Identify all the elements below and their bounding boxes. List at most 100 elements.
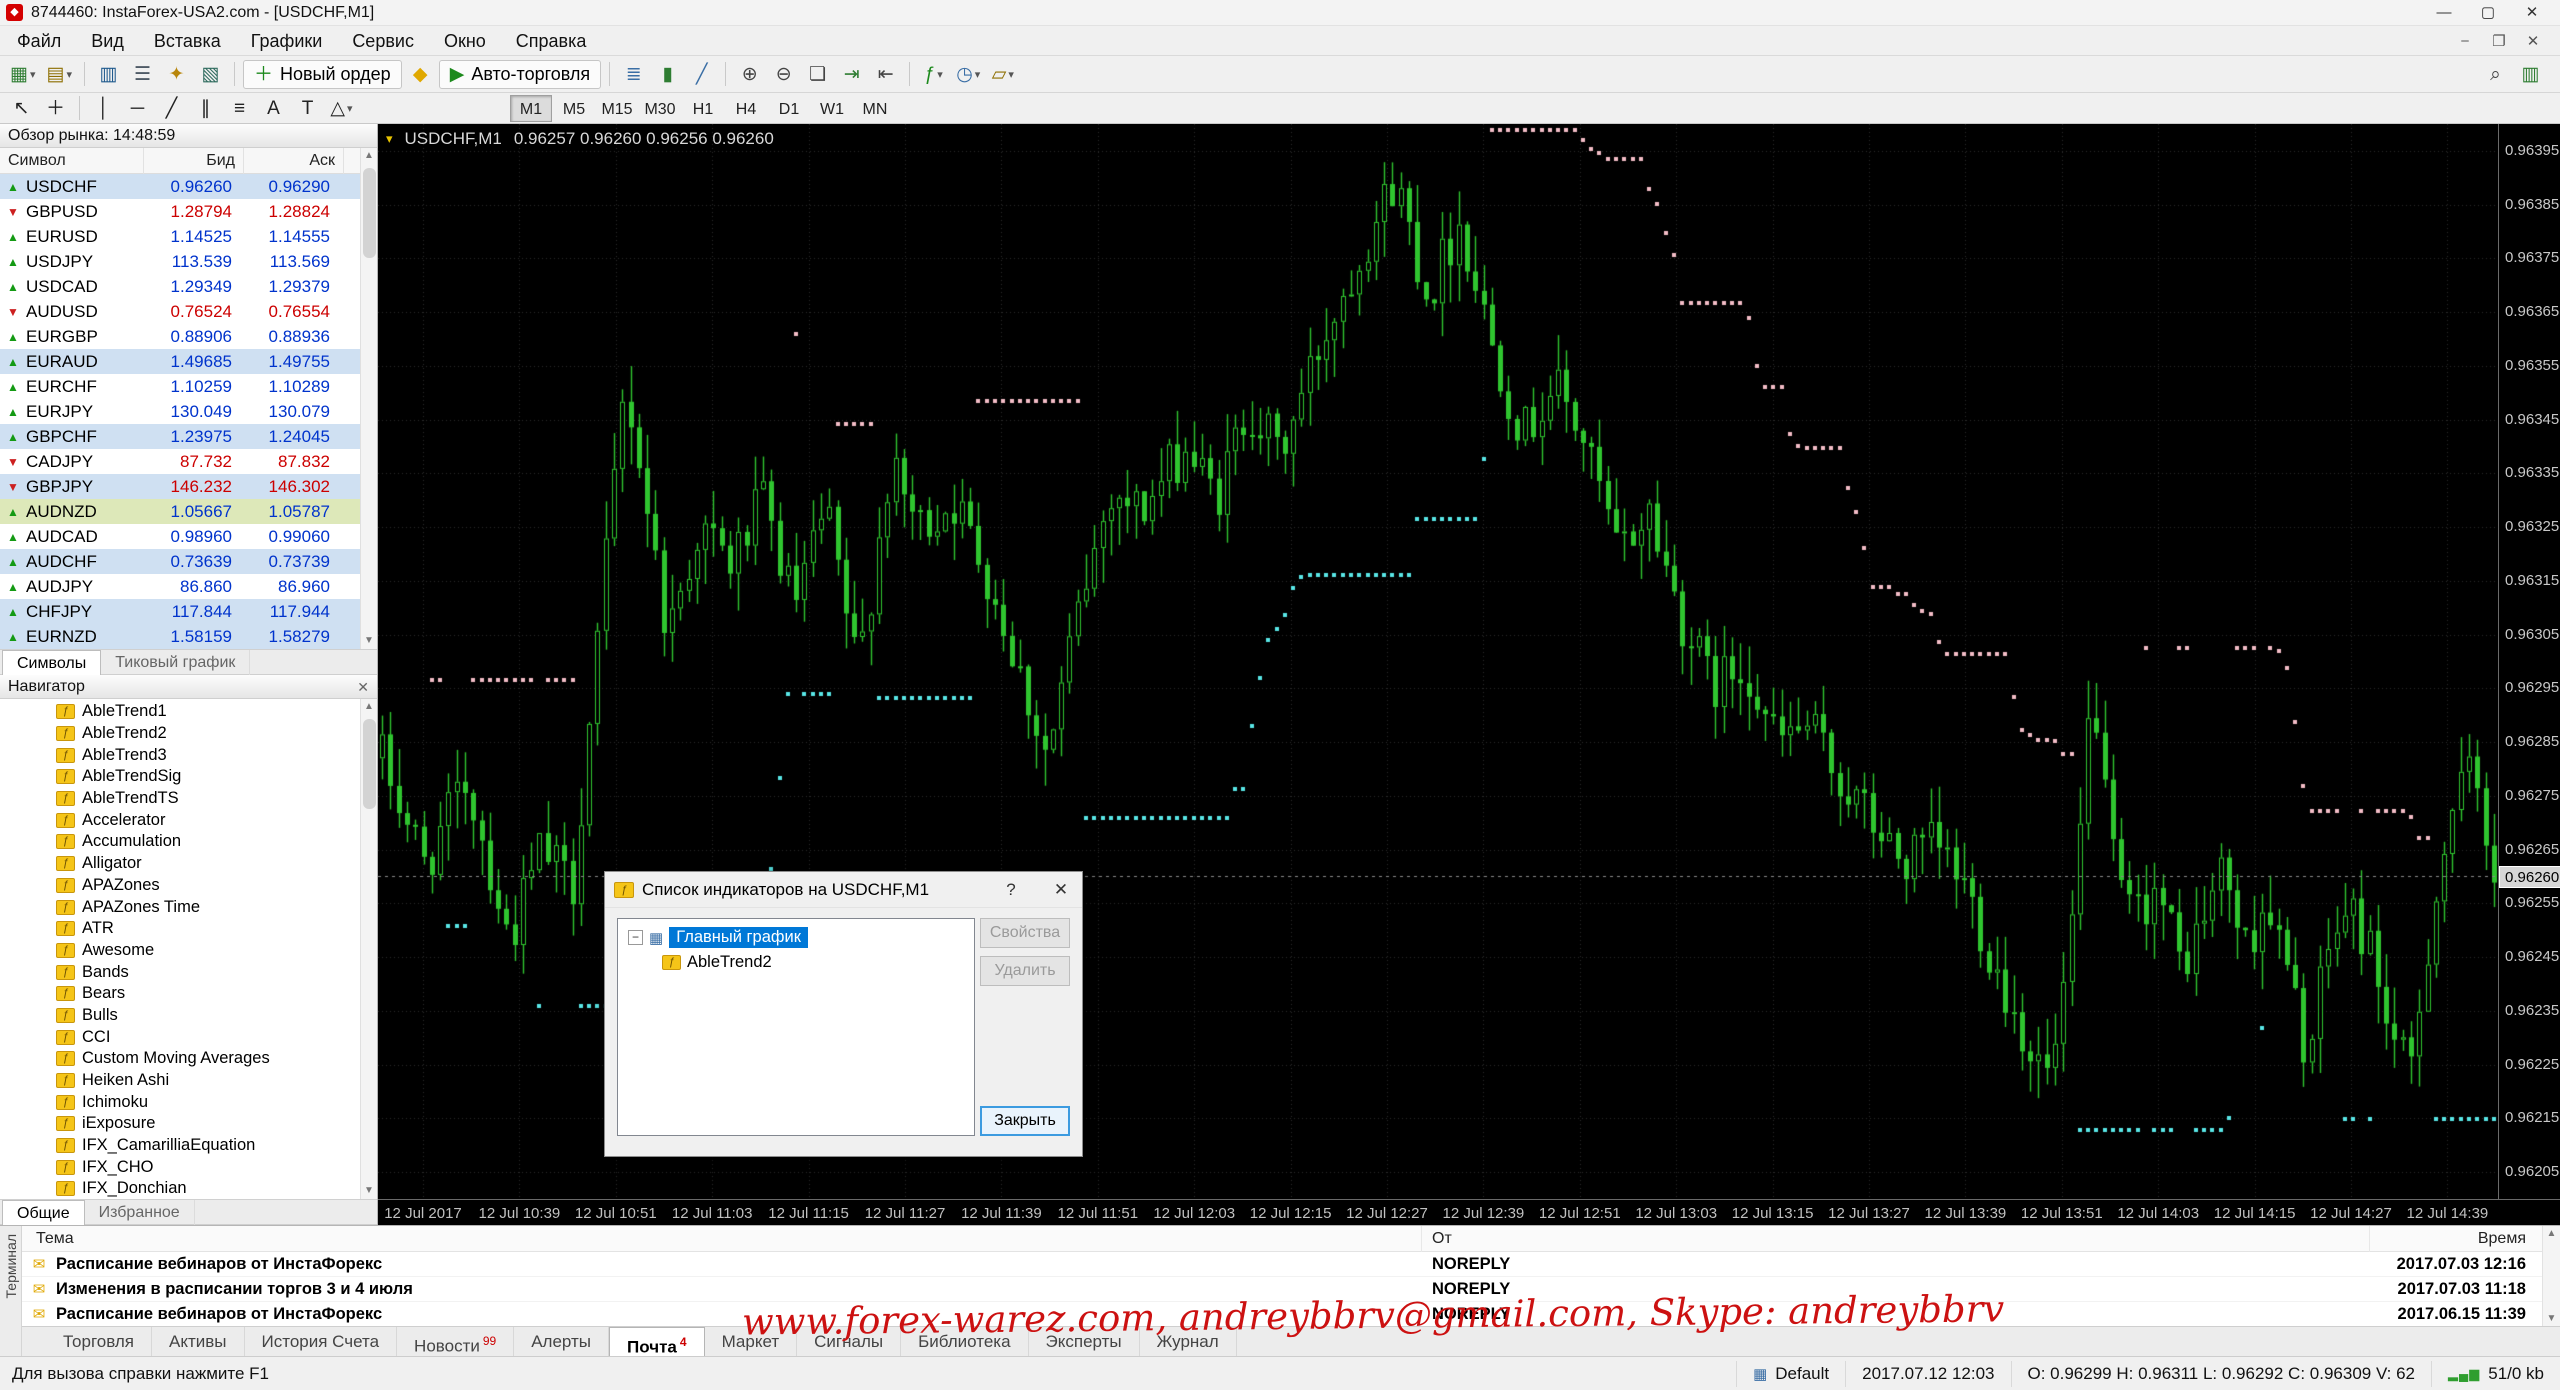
column-bid[interactable]: Бид bbox=[144, 148, 244, 174]
label-icon[interactable]: T bbox=[292, 94, 323, 123]
terminal-side-tab[interactable]: Терминал bbox=[0, 1226, 22, 1356]
navigator-item-1[interactable]: ƒAbleTrend1 bbox=[0, 701, 377, 723]
timeframe-m15[interactable]: M15 bbox=[596, 95, 638, 122]
market-watch-tab-1[interactable]: Символы bbox=[2, 650, 101, 675]
navigator-item-17[interactable]: ƒCustom Moving Averages bbox=[0, 1048, 377, 1070]
navigator-item-14[interactable]: ƒBears bbox=[0, 983, 377, 1005]
navigator-item-11[interactable]: ƒATR bbox=[0, 918, 377, 940]
market-watch-row-audusd[interactable]: ▼AUDUSD0.765240.76554 bbox=[0, 299, 377, 324]
trendline-icon[interactable]: ╱ bbox=[156, 94, 187, 123]
timeframe-h4[interactable]: H4 bbox=[725, 95, 767, 122]
maximize-button[interactable]: ▢ bbox=[2466, 1, 2510, 25]
scrollbar-thumb[interactable] bbox=[363, 168, 376, 258]
terminal-tab-11[interactable]: Журнал bbox=[1140, 1327, 1237, 1356]
indicator-tree[interactable]: − ▦ Главный график ƒ AbleTrend2 bbox=[617, 918, 975, 1136]
timeframe-m5[interactable]: M5 bbox=[553, 95, 595, 122]
menu-item-3[interactable]: Вставка bbox=[139, 26, 236, 56]
navigator-item-21[interactable]: ƒIFX_CamarilliaEquation bbox=[0, 1135, 377, 1157]
dialog-close-icon[interactable]: ✕ bbox=[1040, 872, 1082, 907]
navigator-tab-1[interactable]: Общие bbox=[2, 1200, 85, 1225]
terminal-tab-8[interactable]: Сигналы bbox=[797, 1327, 901, 1356]
column-ask[interactable]: Аск bbox=[244, 148, 344, 174]
terminal-tab-9[interactable]: Библиотека bbox=[901, 1327, 1028, 1356]
terminal-tab-6[interactable]: Почта4 bbox=[609, 1327, 705, 1356]
navigator-item-2[interactable]: ƒAbleTrend2 bbox=[0, 723, 377, 745]
timeframe-h1[interactable]: H1 bbox=[682, 95, 724, 122]
tree-child-label[interactable]: AbleTrend2 bbox=[687, 953, 772, 972]
navigator-item-20[interactable]: ƒiExposure bbox=[0, 1113, 377, 1135]
market-watch-row-gbpusd[interactable]: ▼GBPUSD1.287941.28824 bbox=[0, 199, 377, 224]
navigator-item-5[interactable]: ƒAbleTrendTS bbox=[0, 788, 377, 810]
menu-item-2[interactable]: Вид bbox=[76, 26, 139, 56]
minimize-button[interactable]: — bbox=[2422, 1, 2466, 25]
child-close-button[interactable]: ✕ bbox=[2516, 32, 2550, 50]
navigator-item-19[interactable]: ƒIchimoku bbox=[0, 1091, 377, 1113]
autotrading-button[interactable]: ▶Авто-торговля bbox=[439, 60, 602, 89]
metaeditor-icon[interactable]: ◆ bbox=[405, 60, 436, 89]
navigator-item-12[interactable]: ƒAwesome bbox=[0, 940, 377, 962]
market-watch-row-cadjpy[interactable]: ▼CADJPY87.73287.832 bbox=[0, 449, 377, 474]
timeframe-m30[interactable]: M30 bbox=[639, 95, 681, 122]
timeframe-m1[interactable]: M1 bbox=[510, 95, 552, 122]
new-order-button[interactable]: ＋Новый ордер bbox=[243, 60, 402, 89]
market-watch-row-usdcad[interactable]: ▲USDCAD1.293491.29379 bbox=[0, 274, 377, 299]
market-watch-row-eurusd[interactable]: ▲EURUSD1.145251.14555 bbox=[0, 224, 377, 249]
scroll-down-icon[interactable]: ▼ bbox=[2547, 1311, 2557, 1327]
terminal-tab-2[interactable]: Активы bbox=[152, 1327, 245, 1356]
tree-expander-icon[interactable]: − bbox=[628, 930, 643, 945]
menu-item-6[interactable]: Окно bbox=[429, 26, 501, 56]
market-watch-row-chfjpy[interactable]: ▲CHFJPY117.844117.944 bbox=[0, 599, 377, 624]
market-watch-row-audnzd[interactable]: ▲AUDNZD1.056671.05787 bbox=[0, 499, 377, 524]
tree-root-row[interactable]: − ▦ Главный график bbox=[618, 925, 974, 950]
navigator-item-22[interactable]: ƒIFX_CHO bbox=[0, 1156, 377, 1178]
terminal-tab-7[interactable]: Маркет bbox=[705, 1327, 798, 1356]
scroll-down-icon[interactable]: ▼ bbox=[364, 633, 374, 649]
mini-chart-icon[interactable]: ▥ bbox=[2515, 60, 2546, 89]
menu-item-1[interactable]: Файл bbox=[2, 26, 76, 56]
column-subject[interactable]: Тема bbox=[22, 1226, 1422, 1252]
crosshair-icon[interactable]: ＋ bbox=[40, 94, 71, 123]
mail-row-1[interactable]: ✉Расписание вебинаров от ИнстаФорексNORE… bbox=[22, 1252, 2560, 1277]
navigator-item-18[interactable]: ƒHeiken Ashi bbox=[0, 1070, 377, 1092]
tile-windows-icon[interactable]: ❏ bbox=[802, 60, 833, 89]
dialog-help-button[interactable]: ? bbox=[990, 872, 1032, 907]
zoom-in-icon[interactable]: ⊕ bbox=[734, 60, 765, 89]
navigator-item-8[interactable]: ƒAlligator bbox=[0, 853, 377, 875]
delete-button[interactable]: Удалить bbox=[980, 956, 1070, 986]
terminal-tab-3[interactable]: История Счета bbox=[245, 1327, 398, 1356]
navigator-item-13[interactable]: ƒBands bbox=[0, 961, 377, 983]
line-chart-icon[interactable]: ╱ bbox=[686, 60, 717, 89]
mail-row-3[interactable]: ✉Расписание вебинаров от ИнстаФорексNORE… bbox=[22, 1302, 2560, 1327]
tree-child-row[interactable]: ƒ AbleTrend2 bbox=[618, 950, 974, 975]
periods-icon[interactable]: ◷▾ bbox=[952, 60, 984, 89]
scrollbar-thumb[interactable] bbox=[363, 719, 376, 809]
fibonacci-icon[interactable]: ≡ bbox=[224, 94, 255, 123]
templates-icon[interactable]: ▱▾ bbox=[987, 60, 1018, 89]
close-button[interactable]: ✕ bbox=[2510, 1, 2554, 25]
scroll-up-icon[interactable]: ▲ bbox=[364, 148, 374, 164]
shapes-icon[interactable]: △▾ bbox=[326, 94, 357, 123]
new-chart-icon[interactable]: ▦▾ bbox=[6, 60, 39, 89]
navigator-item-16[interactable]: ƒCCI bbox=[0, 1026, 377, 1048]
timeframe-d1[interactable]: D1 bbox=[768, 95, 810, 122]
zoom-out-icon[interactable]: ⊖ bbox=[768, 60, 799, 89]
market-watch-row-euraud[interactable]: ▲EURAUD1.496851.49755 bbox=[0, 349, 377, 374]
navigator-tab-2[interactable]: Избранное bbox=[85, 1200, 195, 1225]
terminal-tab-4[interactable]: Новости99 bbox=[397, 1327, 514, 1356]
bars-icon[interactable]: ≣ bbox=[618, 60, 649, 89]
search-icon[interactable]: ⌕ bbox=[2480, 60, 2511, 89]
channel-icon[interactable]: ∥ bbox=[190, 94, 221, 123]
timeframe-w1[interactable]: W1 bbox=[811, 95, 853, 122]
candles-icon[interactable]: ▮ bbox=[652, 60, 683, 89]
market-watch-row-audcad[interactable]: ▲AUDCAD0.989600.99060 bbox=[0, 524, 377, 549]
navigator-item-3[interactable]: ƒAbleTrend3 bbox=[0, 744, 377, 766]
chart-region[interactable]: ▾ USDCHF,M1 0.96257 0.96260 0.96256 0.96… bbox=[378, 124, 2560, 1225]
market-watch-tab-2[interactable]: Тиковый график bbox=[101, 650, 250, 675]
navigator-close-icon[interactable]: ✕ bbox=[357, 675, 369, 698]
market-watch-row-eurjpy[interactable]: ▲EURJPY130.049130.079 bbox=[0, 399, 377, 424]
vertical-line-icon[interactable]: │ bbox=[88, 94, 119, 123]
indicators-icon[interactable]: ƒ▾ bbox=[918, 60, 949, 89]
status-profile[interactable]: ▦ Default bbox=[1736, 1361, 1845, 1387]
price-axis[interactable]: 0.963950.963850.963750.963650.963550.963… bbox=[2498, 124, 2560, 1199]
child-minimize-button[interactable]: ⎯ bbox=[2448, 32, 2482, 50]
